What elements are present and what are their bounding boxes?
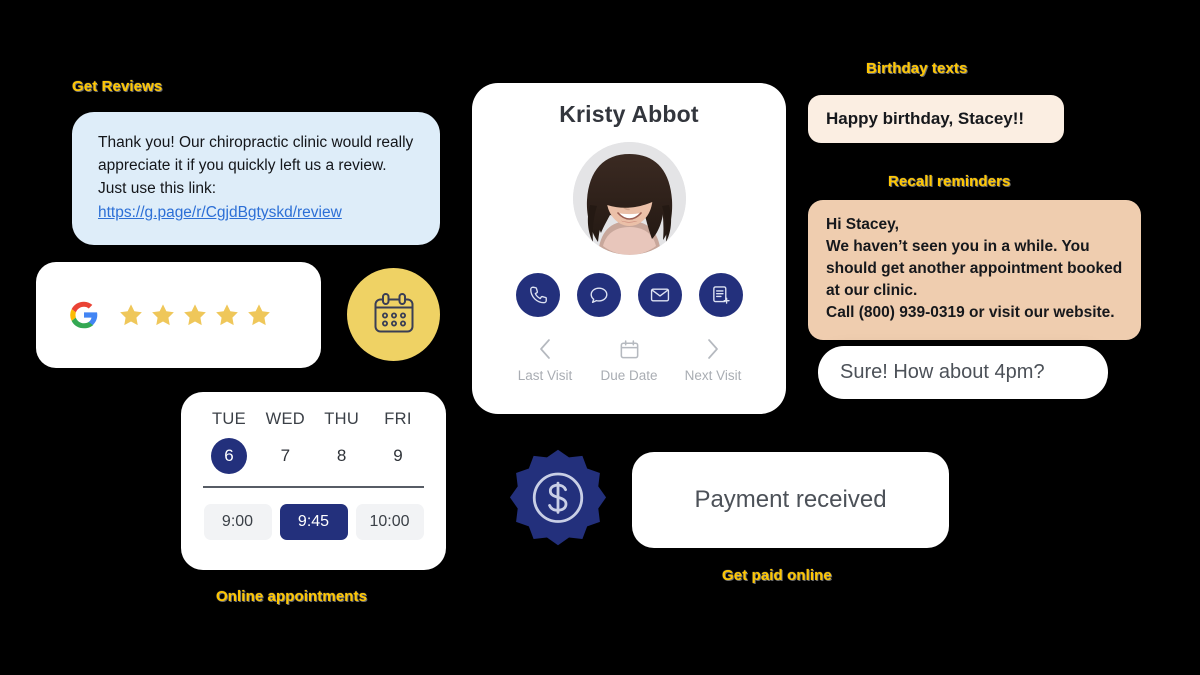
star-icon [216,304,238,326]
document-plus-icon [712,286,730,304]
timeslot[interactable]: 9:00 [203,504,272,540]
chevron-right-icon [672,337,754,361]
phone-icon [529,286,547,304]
patient-name: Kristy Abbot [559,101,699,127]
chevron-left-icon [504,337,586,361]
label-recall-reminders: Recall reminders [888,173,1011,190]
birthday-message-bubble: Happy birthday, Stacey!! [808,95,1064,143]
timeslot-row: 9:00 9:45 10:00 [201,504,426,540]
recall-line: Call (800) 939-0319 or visit our website… [826,304,1115,321]
date-cell-selected[interactable]: 6 [211,438,247,474]
recall-message-bubble: Hi Stacey, We haven’t seen you in a whil… [808,200,1141,340]
label-get-reviews: Get Reviews [72,78,163,95]
star-icon [248,304,270,326]
star-icon [184,304,206,326]
payment-status-card: Payment received [632,452,949,548]
last-visit-label: Last Visit [517,368,573,383]
email-button[interactable] [637,273,682,317]
weekday-header: TUE WED THU FRI [201,410,426,429]
due-date-label: Due Date [600,368,658,383]
review-link[interactable]: https://g.page/r/CgjdBgtyskd/review [98,202,342,225]
last-visit-nav[interactable]: Last Visit [504,337,586,383]
label-birthday-texts: Birthday texts [866,60,968,77]
star-icon [152,304,174,326]
call-button[interactable] [515,273,560,317]
add-note-button[interactable] [698,273,743,317]
next-visit-nav[interactable]: Next Visit [672,337,754,383]
timeslot-selected[interactable]: 9:45 [279,504,348,540]
payment-status-text: Payment received [694,486,887,513]
avatar [572,142,686,255]
weekday-label: WED [265,410,306,428]
calendar-icon [588,337,670,361]
label-online-appointments: Online appointments [216,588,368,605]
envelope-icon [650,288,669,302]
weekday-label: TUE [212,410,246,428]
label-get-paid-online: Get paid online [722,567,832,584]
recall-line: We haven’t seen you in a while. You [826,238,1090,255]
patient-profile-card: Kristy Abbot Last Visit Due Date Next Vi… [472,83,786,414]
next-visit-label: Next Visit [684,368,742,383]
patient-reply-bubble: Sure! How about 4pm? [818,346,1108,399]
date-cell[interactable]: 7 [261,438,309,474]
quick-action-row [472,273,786,317]
payment-badge [504,447,612,555]
due-date-nav[interactable]: Due Date [588,337,670,383]
appointment-picker-card: TUE WED THU FRI 6 7 8 9 9:00 9:45 10:00 [181,392,446,570]
visit-nav-row: Last Visit Due Date Next Visit [472,337,786,383]
dollar-badge-icon [509,449,607,546]
date-row: 6 7 8 9 [201,438,426,474]
star-rating [118,302,272,328]
weekday-label: FRI [384,410,412,428]
screenshot-root: Get Reviews Birthday texts Recall remind… [0,0,1200,675]
recall-line: at our clinic. [826,282,918,299]
recall-line: should get another appointment booked [826,260,1123,277]
review-request-text: Thank you! Our chiropractic clinic would… [98,134,414,197]
timeslot[interactable]: 10:00 [355,504,424,540]
star-icon [120,304,142,326]
calendar-badge [347,268,440,361]
date-cell[interactable]: 8 [318,438,366,474]
divider [203,486,424,488]
date-cell[interactable]: 9 [374,438,422,474]
calendar-icon [374,292,413,332]
weekday-label: THU [324,410,360,428]
google-logo-icon [62,293,106,337]
google-rating-card [36,262,321,368]
review-request-bubble: Thank you! Our chiropractic clinic would… [72,112,440,245]
chat-bubble-icon [590,287,607,304]
recall-line: Hi Stacey, [826,216,899,233]
message-button[interactable] [576,273,621,317]
